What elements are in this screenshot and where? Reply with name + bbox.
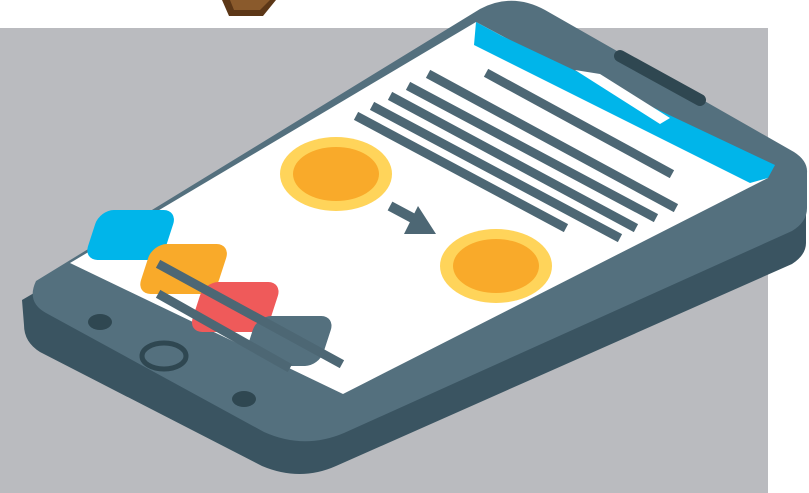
isometric-phone-illustration bbox=[0, 0, 808, 493]
camera-icon bbox=[88, 314, 112, 330]
wooden-object bbox=[222, 0, 276, 16]
coin-to bbox=[440, 229, 552, 303]
sensor-icon bbox=[232, 391, 256, 407]
coin-from bbox=[280, 137, 392, 211]
